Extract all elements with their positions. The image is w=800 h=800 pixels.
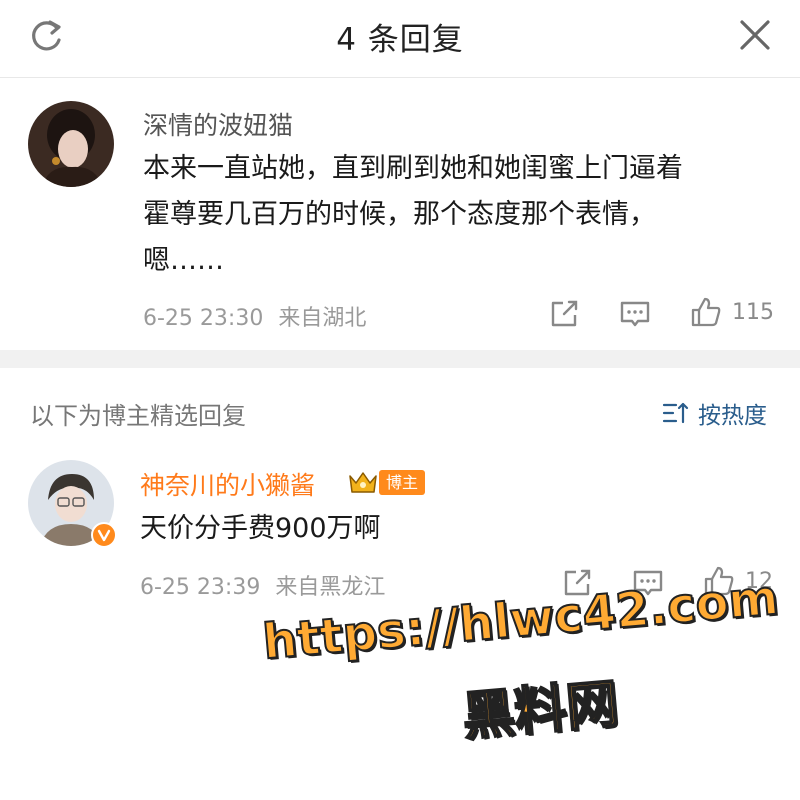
comment-location: 来自湖北 <box>278 306 367 331</box>
reply-author[interactable]: 神奈川的小獭酱 <box>140 466 315 502</box>
blogger-badge: 博主 <box>379 470 426 495</box>
comment-author[interactable]: 深情的波妞猫 <box>143 106 293 142</box>
sort-label: 按热度 <box>698 403 767 429</box>
comment-icon[interactable] <box>618 297 652 331</box>
close-icon[interactable] <box>736 16 774 54</box>
share-icon[interactable] <box>547 297 581 331</box>
reply-meta: 6-25 23:39 来自黑龙江 <box>140 569 385 601</box>
dialog-title: 4 条回复 <box>336 22 464 58</box>
section-divider <box>0 350 800 368</box>
comment-line: 本来一直站她，直到刷到她和她闺蜜上门逼着 <box>143 153 683 184</box>
sort-icon <box>662 402 689 424</box>
crown-icon <box>349 472 377 493</box>
comment-text: 本来一直站她，直到刷到她和她闺蜜上门逼着 霍尊要几百万的时候，那个态度那个表情，… <box>143 146 683 284</box>
reply-text: 天价分手费900万啊 <box>140 513 381 544</box>
like-count: 115 <box>732 300 774 325</box>
like-icon[interactable] <box>689 295 723 329</box>
watermark-name: 黑料网 <box>459 673 622 748</box>
reply-time: 6-25 23:39 <box>140 575 261 600</box>
comment-time: 6-25 23:30 <box>143 306 264 331</box>
reply-location: 来自黑龙江 <box>275 575 386 600</box>
avatar[interactable] <box>28 101 114 187</box>
dialog-header: 4 条回复 <box>0 0 800 78</box>
comment-line: 霍尊要几百万的时候，那个态度那个表情， <box>143 199 656 230</box>
comment-line: 嗯…… <box>143 245 224 276</box>
comment-meta: 6-25 23:30 来自湖北 <box>143 300 366 332</box>
verified-badge-icon <box>91 522 117 548</box>
section-title: 以下为博主精选回复 <box>30 402 246 430</box>
